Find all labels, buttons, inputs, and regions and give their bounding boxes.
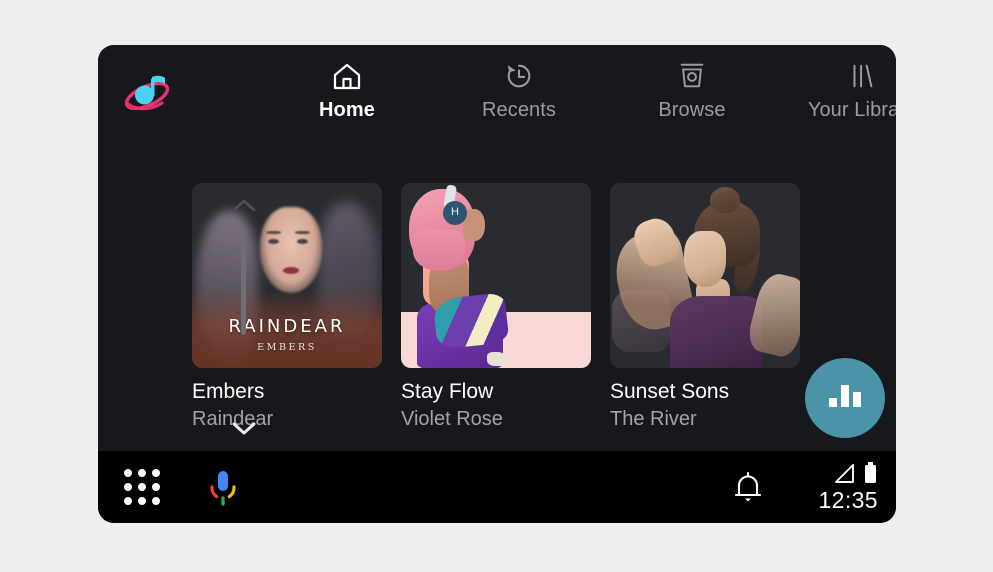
battery-icon: [865, 462, 876, 483]
art-shape-eye-right: [297, 239, 308, 244]
scroll-up-button[interactable]: [224, 197, 264, 231]
album-art-embers: RAINDEAR EMBERS: [192, 183, 382, 368]
top-navigation-bar: Home Recents Browse Your Libra: [98, 45, 896, 133]
chevron-up-icon: [232, 199, 256, 212]
notification-bell-icon: [734, 471, 762, 502]
art-shape-face: [260, 207, 322, 293]
album-art-sunset-sons: [610, 183, 800, 368]
home-icon: [262, 61, 432, 95]
album-grid: RAINDEAR EMBERS Embers Raindear H Stay F…: [192, 133, 896, 451]
notifications-button[interactable]: [728, 467, 768, 507]
app-grid-button[interactable]: [124, 469, 160, 505]
nav-item-your-library[interactable]: Your Library: [777, 61, 896, 122]
art-shape-eye-left: [268, 239, 279, 244]
album-card-embers[interactable]: RAINDEAR EMBERS Embers Raindear: [192, 183, 382, 431]
nav-label-browse: Browse: [658, 99, 726, 121]
history-icon: [434, 61, 604, 95]
screen-root: Home Recents Browse Your Libra RAINDEAR …: [0, 0, 993, 572]
album-art-title: H: [451, 206, 459, 218]
clock: 12:35: [818, 487, 878, 513]
art-shape-bun: [710, 187, 740, 213]
status-icons: [784, 461, 878, 485]
nav-label-recents: Recents: [481, 99, 557, 121]
media-app-panel: Home Recents Browse Your Libra RAINDEAR …: [98, 45, 896, 523]
scrollbar-thumb[interactable]: [241, 245, 246, 335]
nav-item-browse[interactable]: Browse: [607, 61, 777, 122]
nav-label-home: Home: [319, 99, 375, 121]
art-shape-arm-right: [745, 270, 800, 360]
assistant-button[interactable]: [203, 467, 243, 509]
art-shape-hair-lower: [413, 229, 465, 271]
status-area: 12:35: [784, 461, 878, 515]
crate-icon: [607, 61, 777, 95]
album-title: Sunset Sons: [610, 380, 730, 403]
chevron-down-icon: [232, 422, 256, 435]
art-shape-brow-right: [295, 231, 310, 234]
nav-item-recents[interactable]: Recents: [434, 61, 604, 122]
art-shape-lips: [283, 267, 299, 274]
album-art-title: RAINDEAR: [228, 315, 346, 337]
scrollbar[interactable]: [224, 185, 264, 465]
album-artist: Raindear: [192, 408, 274, 430]
album-title: Stay Flow: [401, 380, 494, 403]
album-card-sunset-sons[interactable]: Sunset Sons The River: [610, 183, 800, 431]
nav-label-your-library: Your Library: [807, 99, 896, 121]
album-artist: Violet Rose: [401, 408, 503, 430]
album-title: Embers: [192, 380, 265, 403]
system-bar: 12:35: [98, 451, 896, 523]
app-logo: [120, 65, 176, 115]
equalizer-icon: [805, 358, 885, 438]
scroll-down-button[interactable]: [224, 419, 264, 453]
album-artist: The River: [610, 408, 697, 430]
album-art-subtitle: EMBERS: [257, 341, 317, 353]
now-playing-fab[interactable]: [805, 358, 885, 438]
art-shape-shoe: [487, 352, 507, 366]
album-card-stay-flow[interactable]: H Stay Flow Violet Rose: [401, 183, 591, 431]
signal-strength-icon: [835, 464, 854, 483]
album-art-stay-flow: H: [401, 183, 591, 368]
assistant-mic-icon: [210, 471, 236, 506]
app-grid-icon: [124, 469, 160, 505]
art-shape-dress: [670, 296, 762, 368]
art-shape-headphone-cup: H: [443, 201, 467, 225]
art-shape-brow-left: [266, 231, 281, 234]
music-note-orbit-logo-icon: [124, 75, 170, 111]
nav-item-home[interactable]: Home: [262, 61, 432, 122]
album-art-text: RAINDEAR EMBERS: [192, 315, 382, 353]
library-icon: [777, 61, 896, 95]
art-shape-face: [684, 231, 726, 287]
